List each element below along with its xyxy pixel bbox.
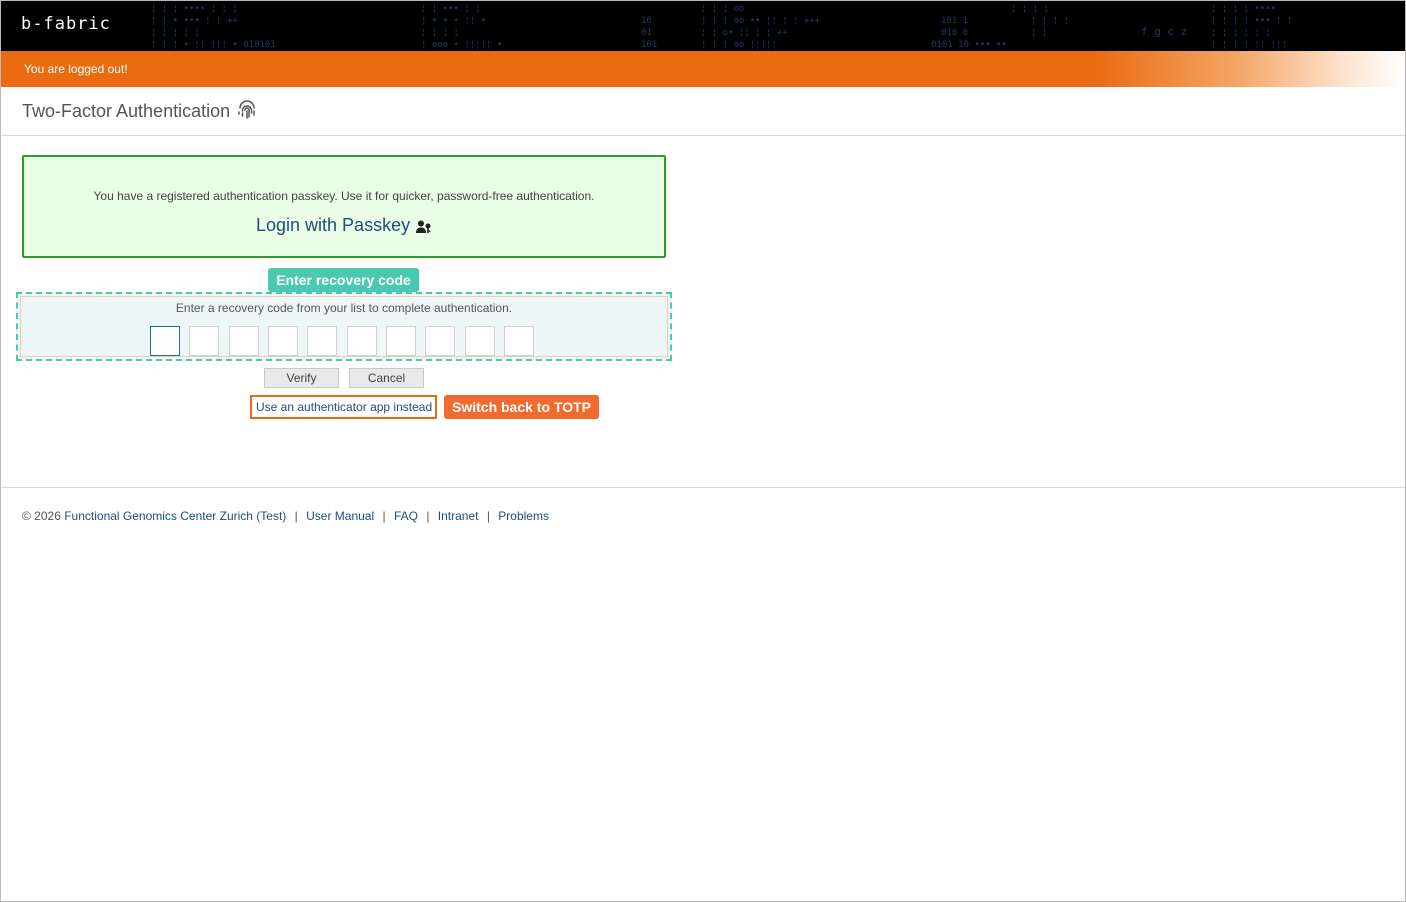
recovery-instruction: Enter a recovery code from your list to … xyxy=(175,301,513,315)
footer-faq-link[interactable]: FAQ xyxy=(394,509,418,523)
recovery-code-digit-6[interactable] xyxy=(347,326,377,356)
svg-text:¦ ¦ ¦ oo: ¦ ¦ ¦ oo xyxy=(701,4,744,14)
fingerprint-icon xyxy=(238,100,255,119)
svg-text:¦ ¦ ¦ ¦: ¦ ¦ ¦ ¦ xyxy=(1011,4,1049,14)
use-authenticator-app-link[interactable]: Use an authenticator app instead xyxy=(256,400,432,414)
svg-text:¦ ooo • ¦¦¦¦¦ •: ¦ ooo • ¦¦¦¦¦ • xyxy=(421,40,502,50)
cancel-button[interactable]: Cancel xyxy=(349,368,424,388)
svg-text:¦ ¦ o• ¦¦ ¦ ¦ ++: ¦ ¦ o• ¦¦ ¦ ¦ ++ xyxy=(701,28,788,38)
footer-org-link[interactable]: Functional Genomics Center Zurich (Test) xyxy=(64,509,286,523)
status-bar: You are logged out! xyxy=(1,51,1405,87)
login-with-passkey-link[interactable]: Login with Passkey xyxy=(256,215,410,236)
svg-text:10: 10 xyxy=(641,16,652,26)
recovery-code-digit-9[interactable] xyxy=(465,326,495,356)
recovery-code-digit-10[interactable] xyxy=(504,326,534,356)
footer-divider xyxy=(1,487,1405,488)
svg-text:¦ ¦ ¦ oo ¦¦¦¦¦: ¦ ¦ ¦ oo ¦¦¦¦¦ xyxy=(701,40,777,50)
passkey-panel: You have a registered authentication pas… xyxy=(22,155,666,258)
passkey-message: You have a registered authentication pas… xyxy=(93,189,595,203)
svg-text:¦ ¦ ¦ ¦ ••••: ¦ ¦ ¦ ¦ •••• xyxy=(1211,4,1276,14)
authenticator-app-link-highlight: Use an authenticator app instead xyxy=(250,395,437,419)
svg-text:01: 01 xyxy=(641,28,652,38)
footer-copyright: © 2026 xyxy=(22,509,61,523)
recovery-code-digit-1[interactable] xyxy=(150,326,180,356)
recovery-code-digit-4[interactable] xyxy=(268,326,298,356)
svg-text:¦ ¦ ¦ •••• ¦ ¦ ¦: ¦ ¦ ¦ •••• ¦ ¦ ¦ xyxy=(151,4,238,14)
recovery-code-panel: Enter a recovery code from your list to … xyxy=(16,292,672,361)
svg-text:¦ ¦ ¦ ¦ ¦¦ ¦¦: ¦ ¦ ¦ ¦ ¦¦ ¦¦¦ xyxy=(1211,40,1287,50)
svg-text:0101 10 ••• ••: 0101 10 ••• •• xyxy=(931,40,1007,50)
page-title-bar: Two-Factor Authentication xyxy=(1,88,1405,136)
svg-text:¦ ¦ ¦ oo •• ¦¦ ¦ ¦ +++: ¦ ¦ ¦ oo •• ¦¦ ¦ ¦ +++ xyxy=(701,16,821,26)
svg-text:101: 101 xyxy=(641,40,657,50)
verify-button[interactable]: Verify xyxy=(264,368,339,388)
footer-separator: | xyxy=(294,509,298,523)
recovery-code-digit-5[interactable] xyxy=(307,326,337,356)
recovery-code-digit-2[interactable] xyxy=(189,326,219,356)
footer-separator: | xyxy=(382,509,386,523)
footer-intranet-link[interactable]: Intranet xyxy=(438,509,479,523)
recovery-code-label: Enter recovery code xyxy=(268,268,419,292)
svg-text:¦ • • • ¦¦ •: ¦ • • • ¦¦ • xyxy=(421,16,486,26)
svg-text:¦ ¦: ¦ ¦ xyxy=(1031,28,1047,38)
status-message: You are logged out! xyxy=(24,62,128,76)
app-logo[interactable]: b-fabric xyxy=(21,14,111,34)
passkey-user-key-icon xyxy=(416,220,431,233)
svg-text:010 0: 010 0 xyxy=(941,28,968,38)
svg-text:¦ ¦ ¦ ¦ ••• ¦ ¦: ¦ ¦ ¦ ¦ ••• ¦ ¦ xyxy=(1211,16,1292,26)
svg-text:¦ ¦ ¦ ¦: ¦ ¦ ¦ ¦ xyxy=(1031,16,1069,26)
footer: © 2026 Functional Genomics Center Zurich… xyxy=(22,509,549,523)
footer-separator: | xyxy=(426,509,430,523)
svg-text:¦ ¦ ¦ • ¦¦ ¦¦¦ • 010101: ¦ ¦ ¦ • ¦¦ ¦¦¦ • 010101 xyxy=(151,40,276,50)
recovery-code-digit-8[interactable] xyxy=(425,326,455,356)
recovery-code-digit-7[interactable] xyxy=(386,326,416,356)
svg-text:¦ ¦ ¦ ¦ ¦ ¦: ¦ ¦ ¦ ¦ ¦ ¦ xyxy=(1211,28,1271,38)
svg-text:¦ ¦ ¦ ¦: ¦ ¦ ¦ ¦ xyxy=(421,28,459,38)
page-title: Two-Factor Authentication xyxy=(22,101,231,121)
svg-text:f g c z: f g c z xyxy=(1141,25,1187,38)
app-header: ¦ ¦ ¦ •••• ¦ ¦ ¦ ¦ ¦ • ••• ¦ ¦ ++ ¦ ¦ ¦ … xyxy=(1,1,1405,51)
svg-text:¦ ¦ ••• ¦ ¦: ¦ ¦ ••• ¦ ¦ xyxy=(421,4,481,14)
svg-text:¦ ¦ ¦ ¦ ¦: ¦ ¦ ¦ ¦ ¦ xyxy=(151,28,200,38)
svg-text:¦ ¦ • ••• ¦ ¦ ++: ¦ ¦ • ••• ¦ ¦ ++ xyxy=(151,16,238,26)
recovery-inner-border: Enter a recovery code from your list to … xyxy=(20,296,668,357)
header-binary-pattern: ¦ ¦ ¦ •••• ¦ ¦ ¦ ¦ ¦ • ••• ¦ ¦ ++ ¦ ¦ ¦ … xyxy=(151,4,1292,50)
switch-back-totp-badge: Switch back to TOTP xyxy=(444,395,599,419)
recovery-code-digit-3[interactable] xyxy=(229,326,259,356)
footer-problems-link[interactable]: Problems xyxy=(498,509,549,523)
svg-text:101 1: 101 1 xyxy=(941,16,968,26)
footer-user-manual-link[interactable]: User Manual xyxy=(306,509,374,523)
footer-separator: | xyxy=(486,509,490,523)
